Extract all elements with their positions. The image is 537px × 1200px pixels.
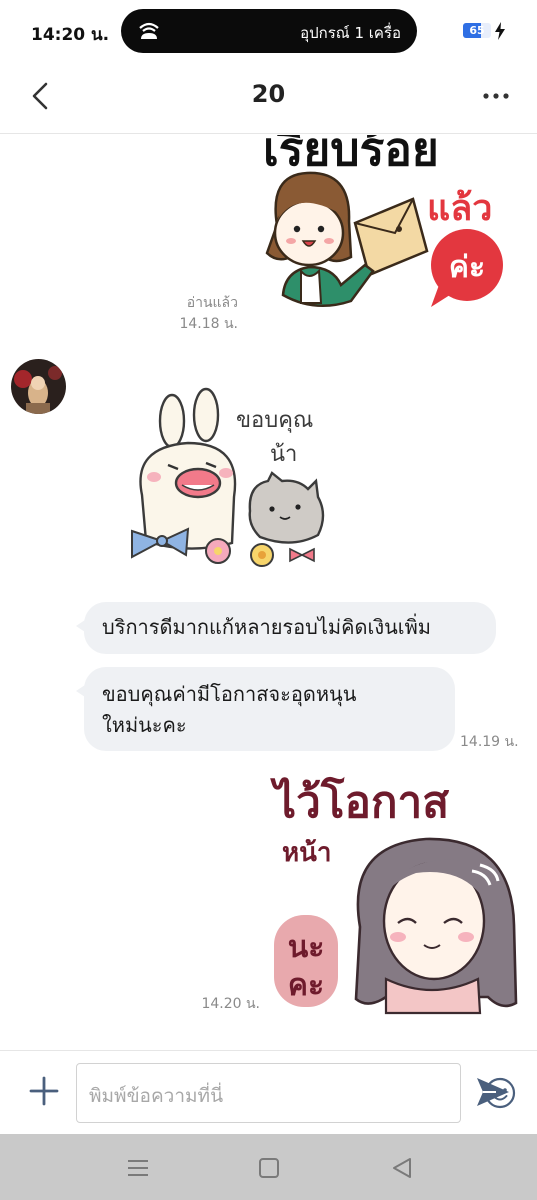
system-nav-bar — [0, 1134, 537, 1200]
chat-messages[interactable]: เรียบร้อย แล้ว ค่ะ อ่านแล้ว 14.18 น. ขอบ… — [0, 135, 537, 1050]
sticker-next-text-3: นะ — [288, 930, 325, 965]
sticker-next-text-4: คะ — [288, 968, 324, 1003]
status-bar: 14:20 น. อุปกรณ์ 1 เครื่อ 65 — [0, 0, 537, 62]
sticker-done-text-2: แล้ว — [427, 188, 492, 229]
message-text-line: ใหม่นะคะ — [102, 713, 187, 737]
message-text-line: ขอบคุณค่ามีโอกาสจะอุดหนุน — [102, 682, 357, 706]
sticker-next-time[interactable]: ไว้โอกาส หน้า นะ คะ — [266, 765, 528, 1017]
chat-title: 20 — [251, 80, 286, 108]
sticker-next-badge: นะ คะ — [274, 915, 338, 1007]
sticker-next-text-1: ไว้โอกาส — [270, 775, 449, 828]
read-status: อ่านแล้ว — [186, 295, 238, 311]
charging-bolt-icon — [495, 22, 505, 40]
send-icon[interactable] — [474, 1075, 512, 1109]
sticker-done-badge: ค่ะ — [431, 229, 503, 307]
message-text: บริการดีมากแก้หลายรอบไม่คิดเงินเพิ่ม — [102, 615, 431, 639]
bunny-character — [139, 387, 237, 550]
dynamic-island[interactable]: อุปกรณ์ 1 เครื่อ — [121, 9, 417, 53]
chat-header: 20 — [0, 62, 537, 134]
girl-character — [265, 171, 375, 307]
sticker-next-text-2: หน้า — [282, 838, 332, 868]
status-time: 14:20 น. — [31, 25, 110, 45]
cat-character — [248, 471, 325, 544]
sticker-thanks-text-1: ขอบคุณ — [236, 408, 313, 433]
sticker-thanks-text-2: น้า — [270, 442, 297, 467]
battery-level: 65 — [469, 24, 485, 37]
message-time: 14.18 น. — [179, 316, 238, 332]
avatar[interactable] — [11, 359, 66, 414]
bubble-tail — [76, 683, 88, 699]
sticker-done-text-1: เรียบร้อย — [263, 135, 439, 176]
sticker-done[interactable]: เรียบร้อย แล้ว ค่ะ — [255, 135, 525, 325]
message-time: 14.19 น. — [460, 734, 519, 750]
recent-apps-icon[interactable] — [124, 1154, 152, 1182]
device-notification-text: อุปกรณ์ 1 เครื่อ — [300, 24, 401, 42]
plus-icon[interactable] — [26, 1073, 62, 1109]
woman-character — [354, 837, 518, 1015]
message-input[interactable]: พิมพ์ข้อความที่นี่ — [76, 1063, 516, 1123]
bubble-tail — [76, 618, 88, 634]
battery-icon: 65 — [463, 23, 491, 38]
sticker-thanks[interactable]: ขอบคุณ น้า — [122, 385, 344, 575]
message-bubble[interactable]: บริการดีมากแก้หลายรอบไม่คิดเงินเพิ่ม — [76, 602, 496, 654]
back-triangle-icon[interactable] — [388, 1154, 416, 1182]
home-icon[interactable] — [255, 1154, 283, 1182]
avatar-image — [11, 359, 66, 414]
message-meta-1: อ่านแล้ว 14.18 น. — [150, 293, 238, 335]
more-horizontal-icon[interactable] — [478, 86, 514, 106]
message-time: 14.20 น. — [201, 996, 260, 1012]
message-input-bar: พิมพ์ข้อความที่นี่ — [0, 1050, 537, 1134]
cast-icon — [139, 22, 159, 39]
message-bubble[interactable]: ขอบคุณค่ามีโอกาสจะอุดหนุน ใหม่นะคะ — [76, 667, 455, 751]
sticker-done-text-3: ค่ะ — [449, 250, 485, 285]
message-input-placeholder: พิมพ์ข้อความที่นี่ — [89, 1085, 224, 1107]
envelope-icon — [353, 197, 429, 277]
flower-decoration — [205, 538, 315, 567]
